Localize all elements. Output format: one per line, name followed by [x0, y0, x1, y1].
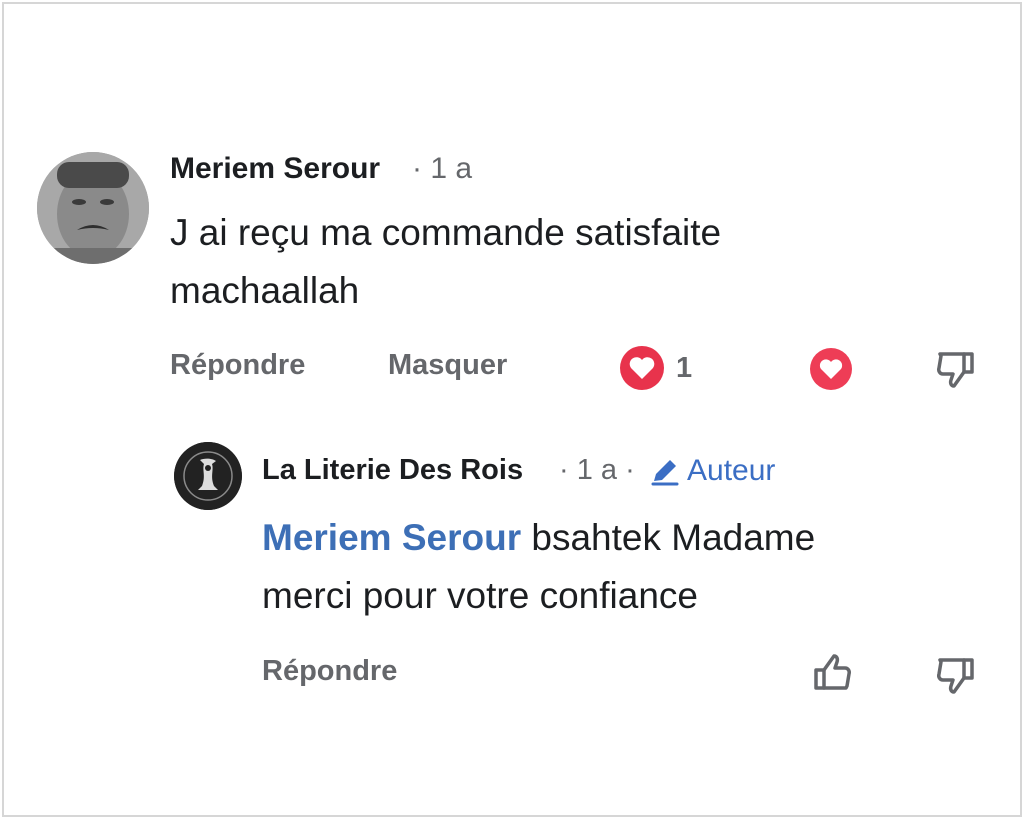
author-badge: Auteur [687, 454, 776, 487]
hide-button[interactable]: Masquer [388, 349, 507, 382]
thumbs-down-icon-reply[interactable] [934, 652, 978, 696]
reply-button[interactable]: Répondre [170, 349, 305, 382]
love-react-icon[interactable] [810, 348, 852, 390]
thumbs-up-icon[interactable] [810, 652, 854, 696]
mention-link[interactable]: Meriem Serour [262, 517, 521, 558]
comment-timestamp[interactable]: · 1 a [412, 152, 472, 186]
reply-author-name[interactable]: La Literie Des Rois [262, 454, 523, 487]
heart-reaction-icon[interactable] [620, 346, 664, 390]
reply-reply-button[interactable]: Répondre [262, 655, 397, 688]
reply-text-line-1: Meriem Serour bsahtek Madame [262, 509, 815, 567]
avatar-meriem-serour[interactable] [37, 152, 149, 264]
avatar-la-literie-des-rois[interactable] [174, 442, 242, 510]
comment-text-line-1: J ai reçu ma commande satisfaite [170, 212, 722, 253]
reaction-count[interactable]: 1 [676, 352, 692, 385]
comment-panel: Meriem Serour · 1 a J ai reçu ma command… [2, 2, 1022, 817]
reply-text-rest: bsahtek Madame [521, 517, 816, 558]
reply-timestamp[interactable]: · 1 a · [559, 454, 635, 487]
comment-author-name[interactable]: Meriem Serour [170, 152, 380, 186]
comment-text-line-2: machaallah [170, 270, 360, 311]
thumbs-down-icon[interactable] [934, 346, 978, 390]
reply-text-line-2: merci pour votre confiance [262, 575, 698, 616]
pencil-icon [648, 454, 682, 488]
